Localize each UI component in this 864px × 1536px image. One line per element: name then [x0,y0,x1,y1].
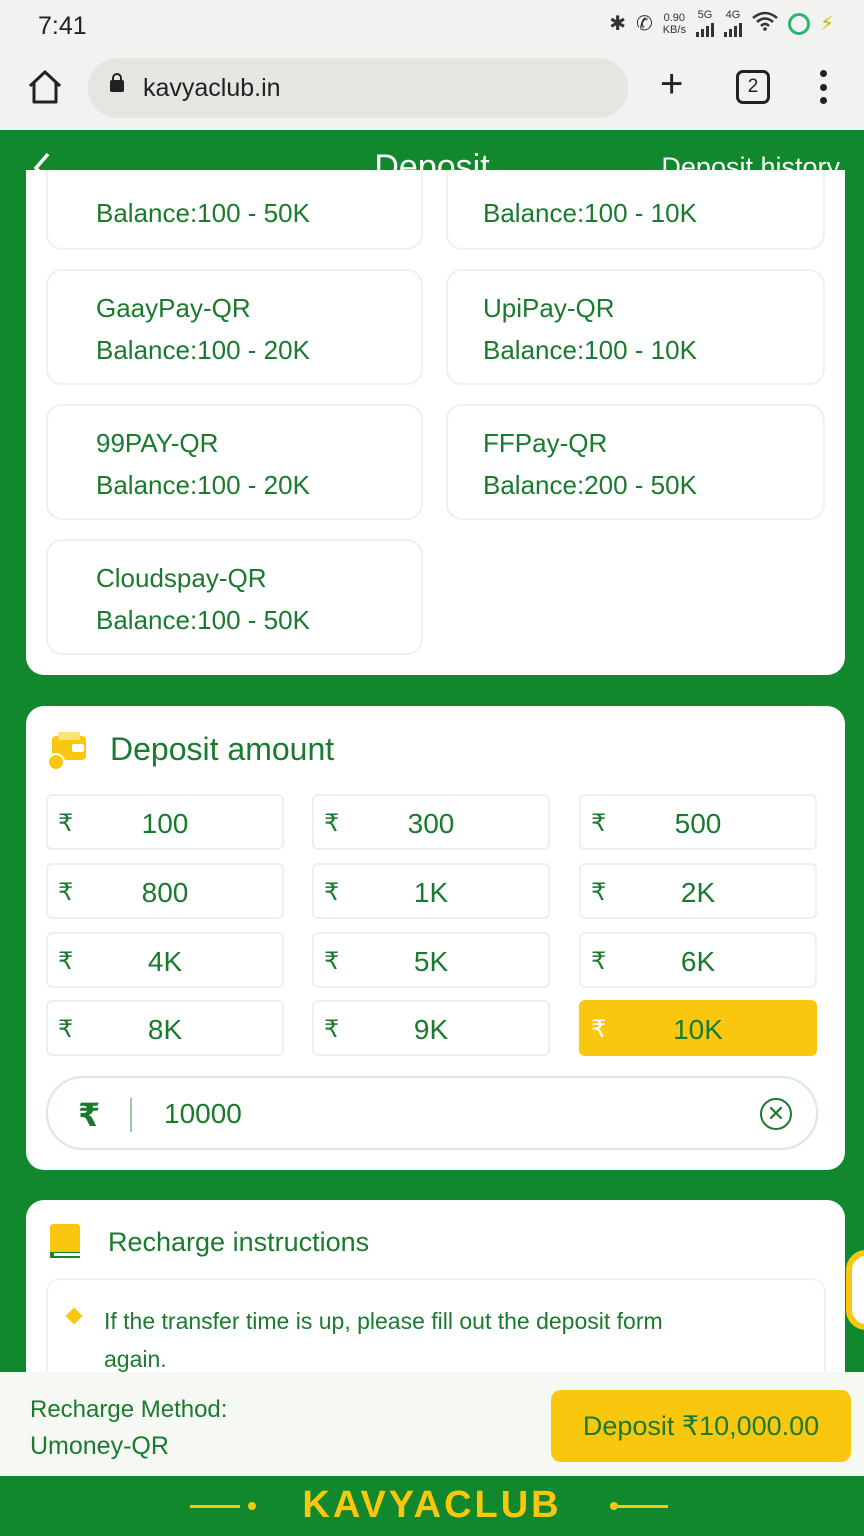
home-icon [28,70,62,104]
amount-option-button[interactable]: ₹500 [579,794,817,850]
new-tab-button[interactable]: + [660,64,683,104]
call-icon: ✆ [635,13,653,35]
lock-icon [110,73,124,92]
payment-channel-card[interactable]: UpiPay-QR Balance:100 - 10K [446,269,825,385]
channel-name: Cloudspay-QR [96,563,267,593]
battery-ring-icon [787,12,810,35]
network-speed: 0.90 KB/s [662,11,686,36]
amount-option-value: 1K [413,877,449,908]
instruction-item: If the transfer time is up, please fill … [104,1308,663,1372]
amount-option-button[interactable]: ₹4K [46,932,284,988]
channel-balance: Balance:100 - 10K [483,335,697,365]
recharge-method-value: Umoney-QR [30,1432,169,1460]
channel-name: GaayPay-QR [96,293,251,323]
payment-channel-card[interactable]: Cloudspay-QR Balance:100 - 50K [46,539,423,655]
amount-option-button[interactable]: ₹5K [312,932,550,988]
channel-name: 99PAY-QR [96,428,219,458]
rupee-icon: ₹ [78,1097,101,1133]
channel-name: FFPay-QR [483,428,608,458]
channel-balance: Balance:100 - 50K [96,605,310,635]
bluetooth-icon: ✱ [609,13,626,35]
amount-option-value: 100 [141,808,189,839]
address-bar[interactable]: kavyaclub.in [88,58,628,118]
recharge-method-label: Recharge Method: [30,1396,228,1423]
wifi-icon [752,11,778,37]
tab-switcher-button[interactable]: 2 [736,70,770,104]
input-divider [130,1098,132,1132]
amount-option-value: 2K [680,877,716,908]
charging-bolt-icon: ⚡ [819,13,834,35]
amount-option-button[interactable]: ₹2K [579,863,817,919]
amount-option-button[interactable]: ₹300 [312,794,550,850]
book-icon [50,1224,80,1258]
channel-balance: Balance:200 - 50K [483,470,697,500]
status-time: 7:41 [38,12,87,40]
app-header-overlay [0,170,864,210]
bullet-diamond-icon [65,1307,83,1325]
deposit-button[interactable]: Deposit ₹10,000.00 [551,1390,851,1462]
deposit-amount-title: Deposit amount [110,731,335,767]
channel-name: UpiPay-QR [483,293,615,323]
amount-input-field[interactable]: ₹ ✕ [46,1076,818,1150]
amount-option-button[interactable]: ₹9K [312,1000,550,1056]
status-icons: ✱ ✆ 0.90 KB/s 5G 4G ⚡ [609,10,834,37]
amount-option-button[interactable]: ₹800 [46,863,284,919]
url-text: kavyaclub.in [143,74,281,102]
signal-4g-icon: 4G [723,10,742,37]
plus-icon: + [660,62,684,106]
close-icon: ✕ [766,1101,786,1126]
amount-input[interactable] [164,1092,724,1136]
status-bar: 7:41 ✱ ✆ 0.90 KB/s 5G 4G ⚡ [0,0,864,52]
amount-option-value: 500 [674,808,722,839]
clear-input-button[interactable]: ✕ [760,1098,792,1130]
home-button[interactable] [26,68,64,106]
payment-channel-card[interactable]: 99PAY-QR Balance:100 - 20K [46,404,423,520]
browser-menu-button[interactable] [818,70,828,104]
channel-balance: Balance:100 - 20K [96,470,310,500]
recharge-instructions-title: Recharge instructions [108,1227,370,1257]
signal-5g-icon: 5G [695,10,714,37]
amount-option-value: 800 [141,877,189,908]
amount-option-value: 10K [673,1014,723,1045]
amount-option-button[interactable]: ₹100 [46,794,284,850]
footer-decoration [618,1505,668,1508]
amount-option-value: 5K [413,946,449,977]
browser-toolbar: kavyaclub.in + 2 [0,52,864,130]
payment-channel-card[interactable]: FFPay-QR Balance:200 - 50K [446,404,825,520]
payment-channel-card[interactable]: GaayPay-QR Balance:100 - 20K [46,269,423,385]
floating-service-button[interactable] [846,1250,864,1330]
amount-option-button[interactable]: ₹10K [579,1000,817,1056]
amount-option-value: 300 [407,808,455,839]
amount-option-button[interactable]: ₹8K [46,1000,284,1056]
amount-option-value: 9K [413,1014,449,1045]
amount-option-button[interactable]: ₹6K [579,932,817,988]
brand-footer: KAVYACLUB [0,1476,864,1536]
bottom-action-bar: Recharge Method: Umoney-QR Deposit ₹10,0… [0,1372,864,1476]
wallet-icon [47,732,86,770]
amount-option-value: 4K [147,946,183,977]
amount-option-button[interactable]: ₹1K [312,863,550,919]
amount-option-value: 6K [680,946,716,977]
amount-option-value: 8K [147,1014,183,1045]
channel-balance: Balance:100 - 20K [96,335,310,365]
brand-logo-text: KAVYACLUB [302,1484,562,1526]
